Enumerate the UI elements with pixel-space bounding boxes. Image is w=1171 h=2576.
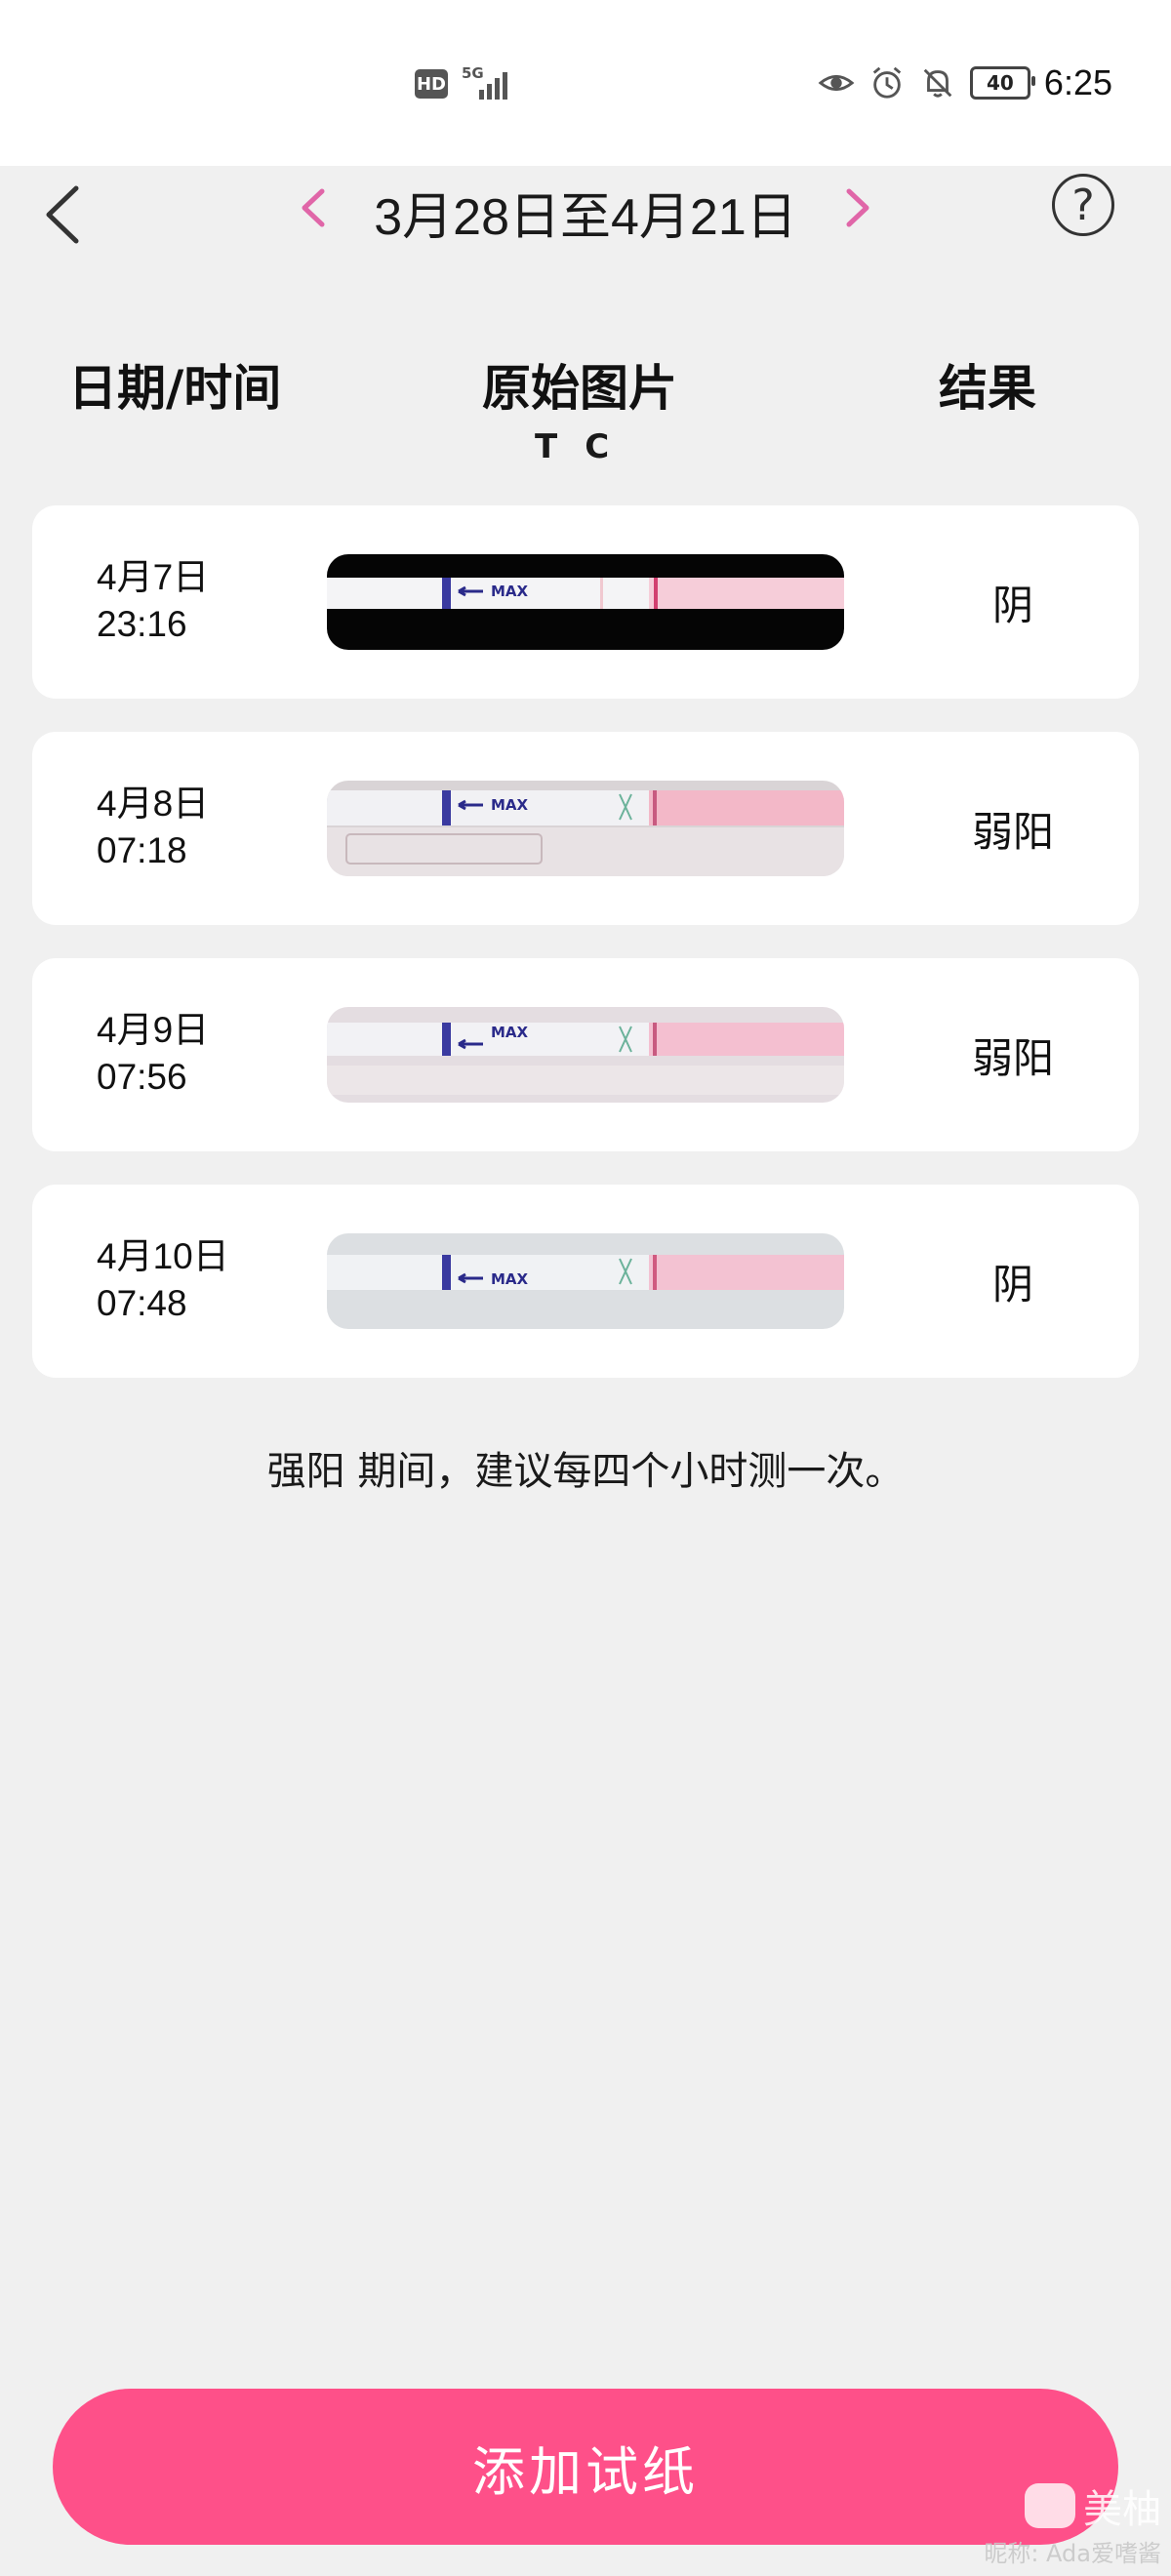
record-date: 4月8日 — [97, 784, 210, 824]
clock: 6:25 — [1043, 62, 1112, 102]
previous-range-chevron-icon[interactable] — [295, 183, 330, 232]
status-bar: HD 5G 40 6:25 3月28日至4月21日 ? — [0, 0, 1171, 246]
test-strip-photo[interactable]: MAX — [327, 1007, 844, 1103]
date-range-title: 3月28日至4月21日 — [374, 189, 797, 246]
hd-voice-icon: HD — [415, 69, 448, 99]
network-indicators: HD 5G — [415, 64, 516, 103]
watermark-brand: 美柚 — [1083, 2487, 1161, 2532]
record-time: 23:16 — [97, 604, 187, 644]
test-strip-photo[interactable]: MAX — [327, 554, 844, 650]
column-header-date: 日期/时间 — [68, 360, 282, 417]
record-date: 4月7日 — [97, 557, 210, 597]
record-date: 4月9日 — [97, 1010, 210, 1050]
network-type-label: 5G — [462, 64, 484, 82]
tc-line-labels: TC — [535, 427, 636, 466]
record-card[interactable]: 4月8日 07:18 MAX 弱阳 — [32, 732, 1139, 925]
strip-max-label: MAX — [491, 1024, 529, 1041]
record-result: 阴 — [991, 1260, 1033, 1308]
strip-max-label: MAX — [491, 1270, 529, 1288]
battery-icon: 40 — [969, 66, 1035, 100]
record-time: 07:56 — [97, 1057, 187, 1097]
test-strip-photo[interactable]: MAX — [327, 781, 844, 876]
record-datetime: 4月7日 23:16 — [97, 554, 209, 648]
test-strip-photo[interactable]: MAX — [327, 1233, 844, 1329]
record-result: 弱阳 — [971, 1033, 1054, 1082]
record-datetime: 4月9日 07:56 — [97, 1007, 209, 1101]
c-label: C — [585, 427, 637, 466]
strip-max-label: MAX — [491, 583, 529, 600]
alarm-icon — [872, 66, 902, 99]
record-datetime: 4月10日 07:48 — [97, 1233, 229, 1327]
testing-advice: 强阳 期间，建议每四个小时测一次。 — [266, 1449, 905, 1494]
record-datetime: 4月8日 07:18 — [97, 781, 209, 874]
record-card[interactable]: 4月9日 07:56 MAX 弱阳 — [32, 958, 1139, 1151]
back-arrow-icon[interactable] — [39, 181, 88, 249]
strip-max-label: MAX — [491, 796, 529, 814]
record-card[interactable]: 4月10日 07:48 MAX 阴 — [32, 1185, 1139, 1378]
record-date: 4月10日 — [97, 1236, 229, 1276]
record-time: 07:18 — [97, 830, 187, 870]
record-card[interactable]: 4月7日 23:16 MAX 阴 — [32, 505, 1139, 699]
record-time: 07:48 — [97, 1283, 187, 1323]
help-icon[interactable]: ? — [1052, 174, 1114, 236]
watermark-nickname: 昵称: Ada爱嗜酱 — [984, 2540, 1161, 2567]
column-header-result: 结果 — [939, 360, 1036, 417]
watermark-logo: 美柚 — [984, 2477, 1161, 2534]
signal-icon: 5G — [458, 64, 516, 103]
bell-muted-icon — [923, 68, 952, 98]
flower-logo-icon — [1025, 2483, 1075, 2528]
watermark: 美柚 昵称: Ada爱嗜酱 — [984, 2477, 1161, 2568]
t-label: T — [535, 427, 586, 466]
status-icons: 40 6:25 — [818, 62, 1112, 103]
eye-icon — [818, 74, 855, 92]
record-result: 弱阳 — [971, 807, 1054, 856]
column-header-image: 原始图片 — [482, 360, 677, 417]
record-result: 阴 — [991, 581, 1033, 629]
next-range-chevron-icon[interactable] — [841, 183, 876, 232]
add-test-strip-button[interactable]: 添加试纸 — [53, 2389, 1118, 2545]
